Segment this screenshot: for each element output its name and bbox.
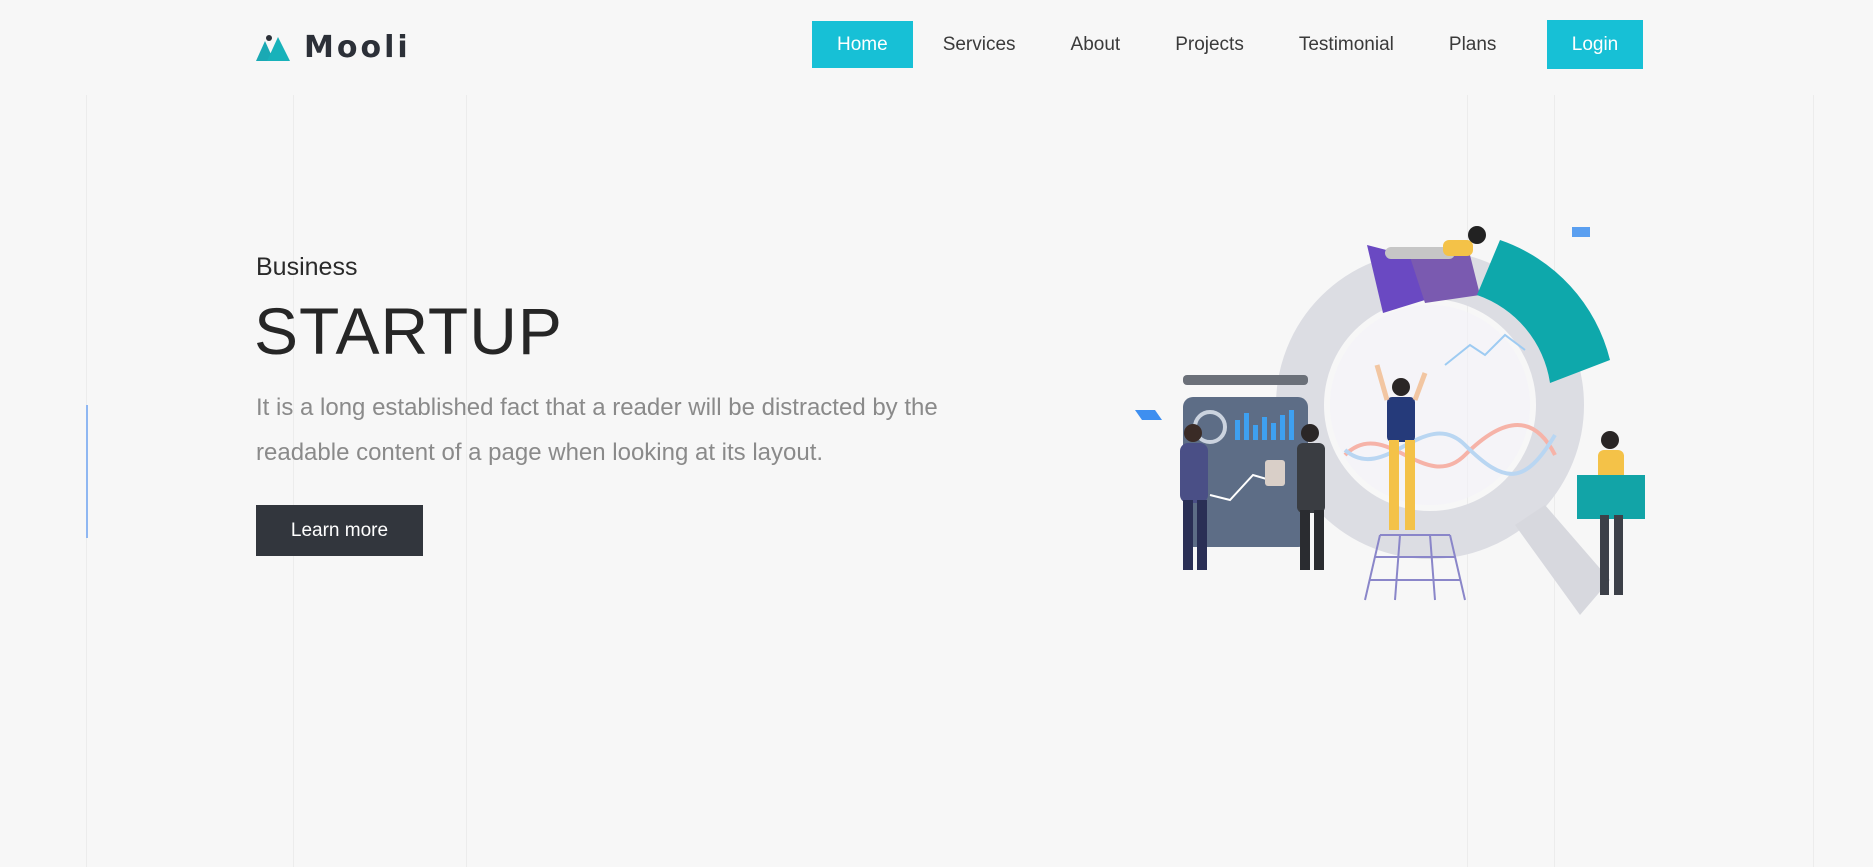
landing-page: Mooli Home Services About Projects Testi…	[0, 0, 1873, 867]
nav-services[interactable]: Services	[918, 21, 1041, 68]
login-button[interactable]: Login	[1547, 20, 1643, 69]
hero-illustration	[1125, 185, 1655, 625]
nav-testimonial[interactable]: Testimonial	[1274, 21, 1419, 68]
hero-title: STARTUP	[254, 294, 563, 368]
business-team-analytics-illustration	[1135, 226, 1645, 615]
brand-logo[interactable]: Mooli	[256, 30, 411, 65]
site-header: Mooli Home Services About Projects Testi…	[0, 0, 1873, 92]
guide-line	[293, 95, 294, 867]
nav-about[interactable]: About	[1046, 21, 1146, 68]
nav-plans[interactable]: Plans	[1424, 21, 1522, 68]
nav-home[interactable]: Home	[812, 21, 913, 68]
learn-more-button[interactable]: Learn more	[256, 505, 423, 556]
main-nav: Home Services About Projects Testimonial…	[812, 21, 1526, 68]
guide-line	[1813, 95, 1814, 867]
hero-subtitle: Business	[256, 253, 358, 281]
mountain-logo-icon	[256, 34, 290, 61]
nav-projects[interactable]: Projects	[1150, 21, 1269, 68]
brand-name: Mooli	[304, 30, 411, 65]
accent-line	[86, 405, 88, 538]
hero-description: It is a long established fact that a rea…	[256, 394, 938, 466]
guide-line	[466, 95, 467, 867]
